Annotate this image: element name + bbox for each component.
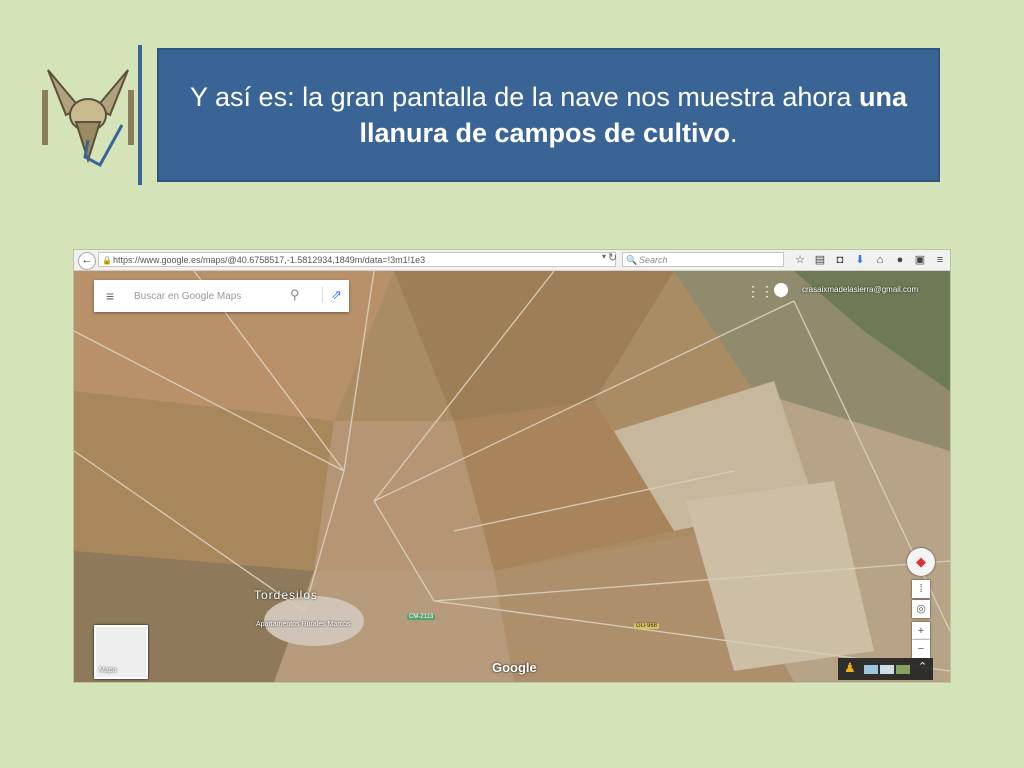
home-icon[interactable]: ⌂ (870, 251, 890, 269)
maps-search-box[interactable]: ≡ Buscar en Google Maps ⚲ ⇗ (94, 280, 349, 312)
address-bar[interactable]: 🔒 https://www.google.es/maps/@40.6758517,… (98, 252, 616, 267)
slide-title: Y así es: la gran pantalla de la nave no… (159, 79, 938, 151)
road-label-gu: GU-968 (634, 623, 660, 629)
my-location-icon[interactable]: ◎ (912, 600, 930, 618)
zoom-out-button[interactable]: − (912, 640, 930, 658)
decorative-lines (83, 45, 142, 185)
layer-thumbnail-1[interactable] (864, 665, 878, 674)
maps-search-icon[interactable]: ⚲ (290, 287, 300, 303)
map-type-thumbnail[interactable]: Mapa (94, 625, 148, 679)
toolbar-icons: ☆ ▤ ◘ ⬇ ⌂ ● ▣ ≡ (790, 251, 950, 269)
download-icon[interactable]: ⬇ (850, 251, 870, 269)
bookmark-star-icon[interactable]: ☆ (790, 251, 810, 269)
maps-search-placeholder: Buscar en Google Maps (134, 291, 242, 302)
compass-icon[interactable]: ◆ (907, 548, 935, 576)
layer-thumbnail-3[interactable] (896, 665, 910, 674)
maps-menu-icon[interactable]: ≡ (106, 288, 114, 304)
account-email[interactable]: crasaixmadelasierra@gmail.com (802, 285, 918, 294)
road-label-cm: CM-2113 (407, 614, 436, 620)
extension-icon[interactable]: ▣ (910, 251, 930, 269)
reading-list-icon[interactable]: ▤ (810, 251, 830, 269)
directions-icon[interactable]: ⇗ (322, 287, 342, 303)
map-type-label: Mapa (99, 667, 117, 674)
chat-icon[interactable]: ● (890, 251, 910, 269)
zoom-in-button[interactable]: + (912, 622, 930, 640)
browser-search-input[interactable]: 🔍 Search (622, 252, 784, 267)
slide-title-box: Y así es: la gran pantalla de la nave no… (157, 48, 940, 182)
layer-thumbnail-2[interactable] (880, 665, 894, 674)
menu-icon[interactable]: ≡ (930, 251, 950, 269)
account-avatar-icon[interactable] (774, 283, 788, 297)
expand-icon[interactable]: ⌃ (918, 660, 927, 673)
pegman-icon[interactable]: ♟ (844, 660, 856, 676)
slide-title-part-2: . (730, 118, 738, 148)
browser-search-placeholder: Search (639, 255, 668, 265)
pocket-icon[interactable]: ◘ (830, 251, 850, 269)
lock-icon: 🔒 (102, 256, 112, 265)
town-label: Tordesilos (254, 588, 319, 602)
satellite-map[interactable] (74, 271, 950, 682)
google-logo: Google (492, 660, 537, 675)
search-icon: 🔍 (626, 255, 638, 265)
browser-toolbar: ← 🔒 https://www.google.es/maps/@40.675851… (74, 250, 950, 271)
map-bottom-toolbar: ♟ ⌃ (838, 658, 933, 680)
reload-icon[interactable]: ↻ (608, 251, 617, 264)
browser-screenshot: ← 🔒 https://www.google.es/maps/@40.675851… (74, 250, 950, 682)
back-button[interactable]: ← (78, 252, 96, 270)
slide-title-part-1: Y así es: la gran pantalla de la nave no… (190, 82, 859, 112)
url-dropdown-icon[interactable]: ▾ (602, 252, 606, 261)
poi-label[interactable]: Apartamentos Rurales Marcos (256, 620, 351, 629)
rotate-icon[interactable]: ⁞ (912, 580, 930, 598)
url-text: https://www.google.es/maps/@40.6758517,-… (113, 255, 426, 265)
